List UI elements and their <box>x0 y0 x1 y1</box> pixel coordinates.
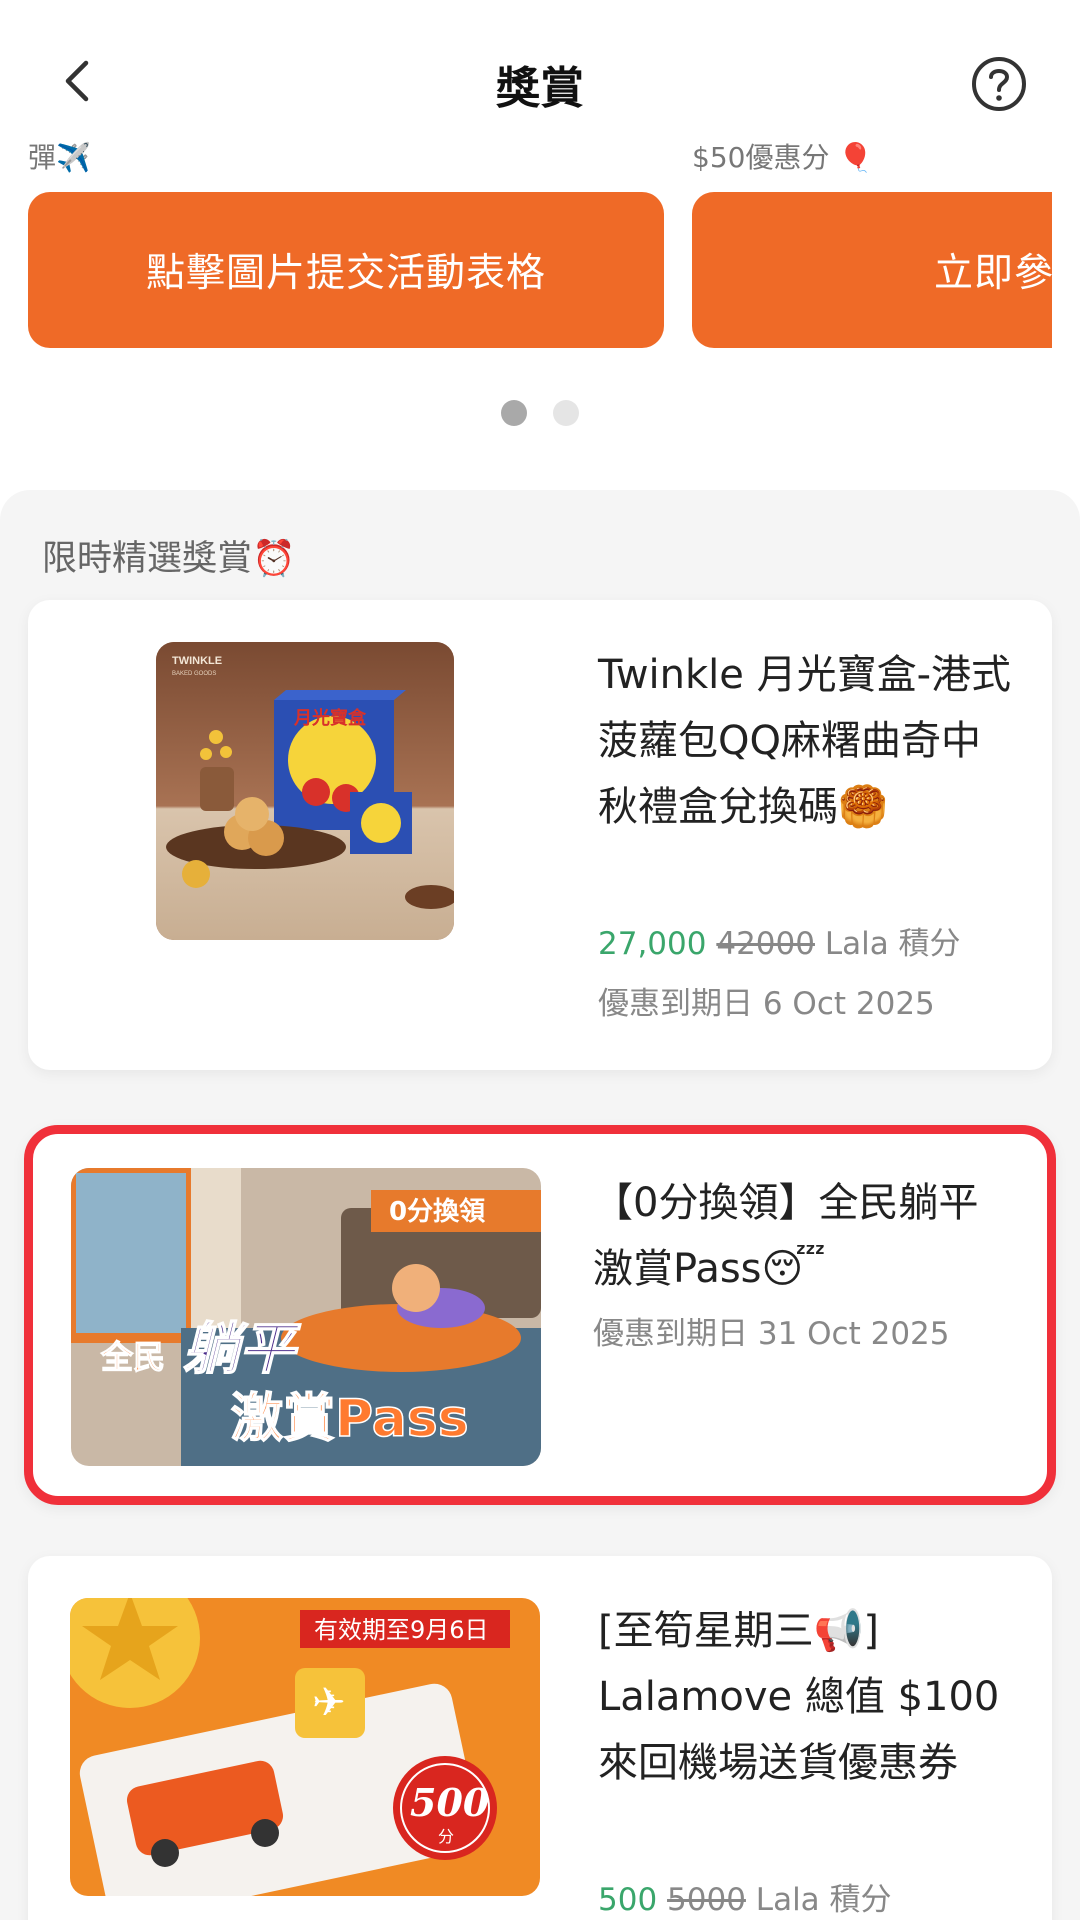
points-original-price: 5000 <box>667 1882 746 1918</box>
reward-title: [至筍星期三📢] Lalamove 總值 $100 來回機場送貨優惠券 <box>598 1608 1000 1786</box>
points-unit: Lala 積分 <box>824 926 961 962</box>
points-unit: Lala 積分 <box>755 1882 892 1918</box>
page-title: 獎賞 <box>496 63 584 114</box>
svg-text:全民: 全民 <box>100 1338 165 1376</box>
svg-text:TWINKLE: TWINKLE <box>172 655 222 667</box>
reward-thumbnail: ✈ 有效期至9月6日 500 分 <box>70 1598 540 1896</box>
svg-text:0分換領: 0分換領 <box>389 1196 485 1227</box>
svg-text:月光寶盒: 月光寶盒 <box>293 707 367 729</box>
points-price: 27,000 <box>598 926 707 962</box>
submit-form-button[interactable]: 點擊圖片提交活動表格 <box>28 192 664 348</box>
svg-text:激賞Pass: 激賞Pass <box>231 1389 469 1449</box>
points-original-price: 42000 <box>716 926 815 962</box>
help-button[interactable] <box>970 55 1028 113</box>
svg-text:躺平: 躺平 <box>183 1317 301 1382</box>
reward-card[interactable]: TWINKLE BAKED GOODS 月光寶盒 Twinkle 月光寶盒-港式… <box>28 600 1052 1070</box>
reward-points: 27,000 42000 Lala 積分 <box>598 918 961 963</box>
mooncake-box-image: TWINKLE BAKED GOODS 月光寶盒 <box>156 642 454 940</box>
top-bar: 獎賞 <box>0 0 1080 150</box>
slide-caption-peek: $50優惠分 🎈 <box>692 141 874 174</box>
slide-caption-peek: 彈✈️ <box>28 141 91 174</box>
question-circle-icon <box>972 57 1026 111</box>
airplane-icon: ✈ <box>312 1680 346 1726</box>
reward-points: 500 5000 Lala 積分 <box>598 1874 892 1919</box>
points-price: 500 <box>598 1882 658 1918</box>
svg-text:分: 分 <box>438 1827 454 1846</box>
reward-thumbnail: TWINKLE BAKED GOODS 月光寶盒 <box>156 642 454 940</box>
airport-coupon-image: ✈ 有效期至9月6日 500 分 <box>70 1598 540 1896</box>
lying-flat-pass-image: 0分換領 全民 躺平 激賞Pass <box>71 1168 541 1466</box>
reward-expiry: 優惠到期日 6 Oct 2025 <box>598 986 935 1022</box>
promo-carousel[interactable]: 彈✈️ $50優惠分 🎈 點擊圖片提交活動表格 立即參與 <box>0 130 1080 360</box>
join-now-button[interactable]: 立即參與 <box>692 192 1052 348</box>
reward-title: 【0分換領】全民躺平激賞Pass😴 <box>593 1180 979 1292</box>
reward-expiry: 優惠到期日 31 Oct 2025 <box>593 1316 950 1352</box>
section-title: 限時精選獎賞⏰ <box>42 539 296 579</box>
reward-card[interactable]: ✈ 有效期至9月6日 500 分 [至筍星期三📢] Lalamove 總值 $1… <box>28 1556 1052 1920</box>
pagination-dot[interactable] <box>553 400 579 426</box>
svg-text:有效期至9月6日: 有效期至9月6日 <box>314 1616 489 1644</box>
pagination-dot-active[interactable] <box>501 400 527 426</box>
reward-card-highlighted[interactable]: 0分換領 全民 躺平 激賞Pass 【0分換領】全民躺平激賞Pass😴 優惠到期… <box>24 1125 1056 1505</box>
svg-text:BAKED GOODS: BAKED GOODS <box>172 671 216 677</box>
carousel-pagination <box>0 400 1080 426</box>
reward-thumbnail: 0分換領 全民 躺平 激賞Pass <box>71 1168 541 1466</box>
reward-title: Twinkle 月光寶盒-港式菠蘿包QQ麻糬曲奇中秋禮盒兌換碼🥮 <box>598 652 1012 830</box>
svg-text:500: 500 <box>410 1780 490 1825</box>
